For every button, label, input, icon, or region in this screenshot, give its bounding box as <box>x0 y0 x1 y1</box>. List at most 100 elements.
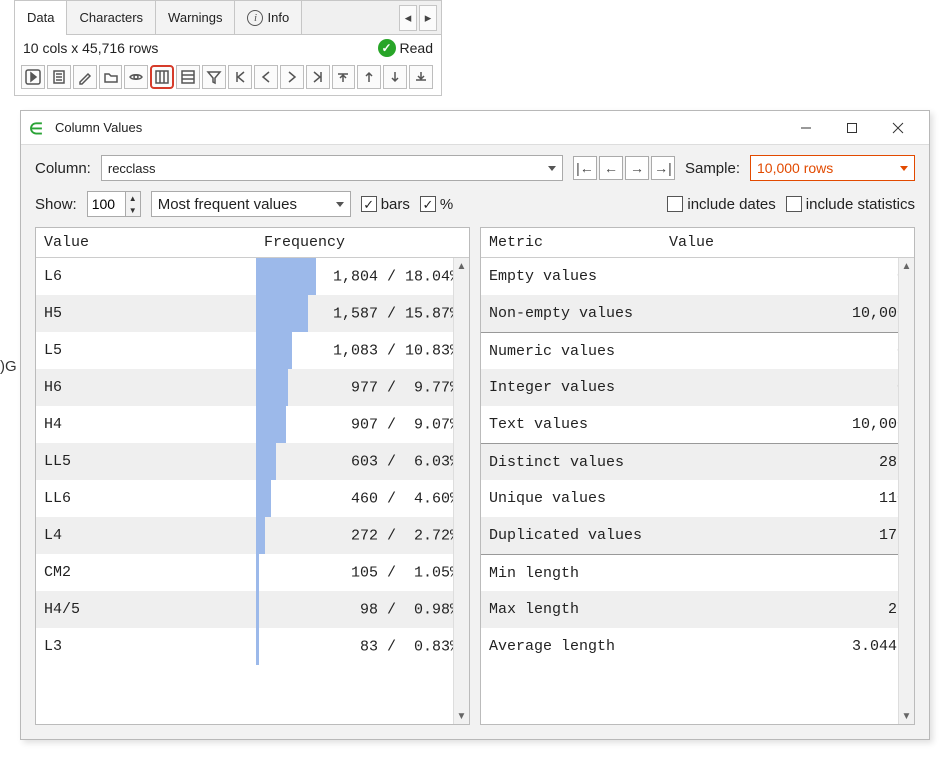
bottom-icon[interactable] <box>409 65 433 89</box>
next-icon[interactable] <box>280 65 304 89</box>
app-icon: ∈ <box>29 119 47 137</box>
cell-metric: Max length <box>481 591 661 628</box>
table-row[interactable]: Max length23 <box>481 591 914 628</box>
table-row[interactable]: L3 83 / 0.83% <box>36 628 469 665</box>
frequency-table: Value Frequency L61,804 / 18.04%H51,587 … <box>35 227 470 725</box>
cell-frequency: 460 / 4.60% <box>256 480 469 517</box>
table-row[interactable]: CM2 105 / 1.05% <box>36 554 469 591</box>
scroll-down-icon[interactable]: ▼ <box>899 708 914 724</box>
metrics-table: Metric Value Empty values0Non-empty valu… <box>480 227 915 725</box>
spin-up[interactable]: ▲ <box>126 192 140 204</box>
table-row[interactable]: Distinct values288 <box>481 443 914 480</box>
maximize-button[interactable] <box>829 113 875 143</box>
tab-scroll-right[interactable]: ▸ <box>419 5 437 31</box>
col-metric-value-header[interactable]: Value <box>661 228 914 257</box>
prev-icon[interactable] <box>254 65 278 89</box>
cell-value: LL6 <box>36 480 256 517</box>
folder-icon[interactable] <box>99 65 123 89</box>
table-row[interactable]: Non-empty values10,000 <box>481 295 914 332</box>
window-title: Column Values <box>55 120 142 135</box>
vertical-scrollbar[interactable]: ▲ ▼ <box>898 258 914 724</box>
col-metric-header[interactable]: Metric <box>481 228 661 257</box>
table-row[interactable]: L51,083 / 10.83% <box>36 332 469 369</box>
cell-frequency: 1,587 / 15.87% <box>256 295 469 332</box>
nav-buttons: |← ← → →| <box>573 156 675 180</box>
up-icon[interactable] <box>357 65 381 89</box>
nav-next-button[interactable]: → <box>625 156 649 180</box>
freq-text: 83 / 0.83% <box>333 638 459 655</box>
table-row[interactable]: H4 907 / 9.07% <box>36 406 469 443</box>
include-dates-checkbox[interactable]: include dates <box>667 196 775 213</box>
sample-value: 10,000 rows <box>757 160 833 176</box>
table-row[interactable]: Text values10,000 <box>481 406 914 443</box>
tab-info[interactable]: i Info <box>235 1 302 34</box>
bars-checkbox[interactable]: bars <box>361 196 410 213</box>
scroll-up-icon[interactable]: ▲ <box>454 258 469 274</box>
table-row[interactable]: H4/5 98 / 0.98% <box>36 591 469 628</box>
table-row[interactable]: LL5 603 / 6.03% <box>36 443 469 480</box>
nav-last-button[interactable]: →| <box>651 156 675 180</box>
table-row[interactable]: Average length3.0443 <box>481 628 914 665</box>
freq-text: 907 / 9.07% <box>333 416 459 433</box>
eye-icon[interactable] <box>124 65 148 89</box>
scroll-up-icon[interactable]: ▲ <box>899 258 914 274</box>
table-row[interactable]: LL6 460 / 4.60% <box>36 480 469 517</box>
cell-metric: Min length <box>481 555 661 591</box>
filter-icon[interactable] <box>202 65 226 89</box>
clipboard-icon[interactable] <box>47 65 71 89</box>
table-row[interactable]: Integer values0 <box>481 369 914 406</box>
sample-select[interactable]: 10,000 rows <box>750 155 915 181</box>
show-count-spinner[interactable]: ▲▼ <box>87 191 141 217</box>
nav-prev-button[interactable]: ← <box>599 156 623 180</box>
table-row[interactable]: Unique values110 <box>481 480 914 517</box>
tab-warnings[interactable]: Warnings <box>156 1 235 34</box>
last-icon[interactable] <box>306 65 330 89</box>
table-row[interactable]: Duplicated values178 <box>481 517 914 554</box>
play-icon[interactable] <box>21 65 45 89</box>
freq-bar <box>256 591 259 628</box>
include-statistics-checkbox[interactable]: include statistics <box>786 196 915 213</box>
cell-value: H4/5 <box>36 591 256 628</box>
close-button[interactable] <box>875 113 921 143</box>
cell-value: H5 <box>36 295 256 332</box>
table-row[interactable]: Min length1 <box>481 554 914 591</box>
spin-down[interactable]: ▼ <box>126 204 140 216</box>
table-row[interactable]: Empty values0 <box>481 258 914 295</box>
cell-metric-value: 110 <box>661 480 914 517</box>
table-row[interactable]: L61,804 / 18.04% <box>36 258 469 295</box>
rows-icon[interactable] <box>176 65 200 89</box>
down-icon[interactable] <box>383 65 407 89</box>
tab-characters[interactable]: Characters <box>67 1 156 34</box>
tab-data[interactable]: Data <box>15 1 67 34</box>
table-row[interactable]: Numeric values0 <box>481 332 914 369</box>
col-frequency-header[interactable]: Frequency <box>256 228 469 257</box>
tab-scroll-left[interactable]: ◂ <box>399 5 417 31</box>
col-value-header[interactable]: Value <box>36 228 256 257</box>
column-select[interactable]: recclass <box>101 155 563 181</box>
top-icon[interactable] <box>332 65 356 89</box>
percent-checkbox-label: % <box>440 196 453 213</box>
percent-checkbox[interactable]: % <box>420 196 453 213</box>
frequency-table-body: L61,804 / 18.04%H51,587 / 15.87%L51,083 … <box>36 258 469 724</box>
cell-frequency: 1,083 / 10.83% <box>256 332 469 369</box>
cell-frequency: 83 / 0.83% <box>256 628 469 665</box>
first-icon[interactable] <box>228 65 252 89</box>
column-values-icon[interactable] <box>150 65 174 89</box>
nav-first-button[interactable]: |← <box>573 156 597 180</box>
table-row[interactable]: L4 272 / 2.72% <box>36 517 469 554</box>
minimize-button[interactable] <box>783 113 829 143</box>
vertical-scrollbar[interactable]: ▲ ▼ <box>453 258 469 724</box>
show-count-input[interactable] <box>87 191 125 217</box>
freq-bar <box>256 554 259 591</box>
table-row[interactable]: H51,587 / 15.87% <box>36 295 469 332</box>
scroll-down-icon[interactable]: ▼ <box>454 708 469 724</box>
table-row[interactable]: H6 977 / 9.77% <box>36 369 469 406</box>
tab-label: Data <box>27 10 54 25</box>
chevron-down-icon <box>336 202 344 207</box>
cell-metric-value: 0 <box>661 369 914 406</box>
edit-icon[interactable] <box>73 65 97 89</box>
metrics-table-body: Empty values0Non-empty values10,000Numer… <box>481 258 914 724</box>
freq-text: 272 / 2.72% <box>333 527 459 544</box>
mode-select[interactable]: Most frequent values <box>151 191 351 217</box>
spinner-buttons[interactable]: ▲▼ <box>125 191 141 217</box>
